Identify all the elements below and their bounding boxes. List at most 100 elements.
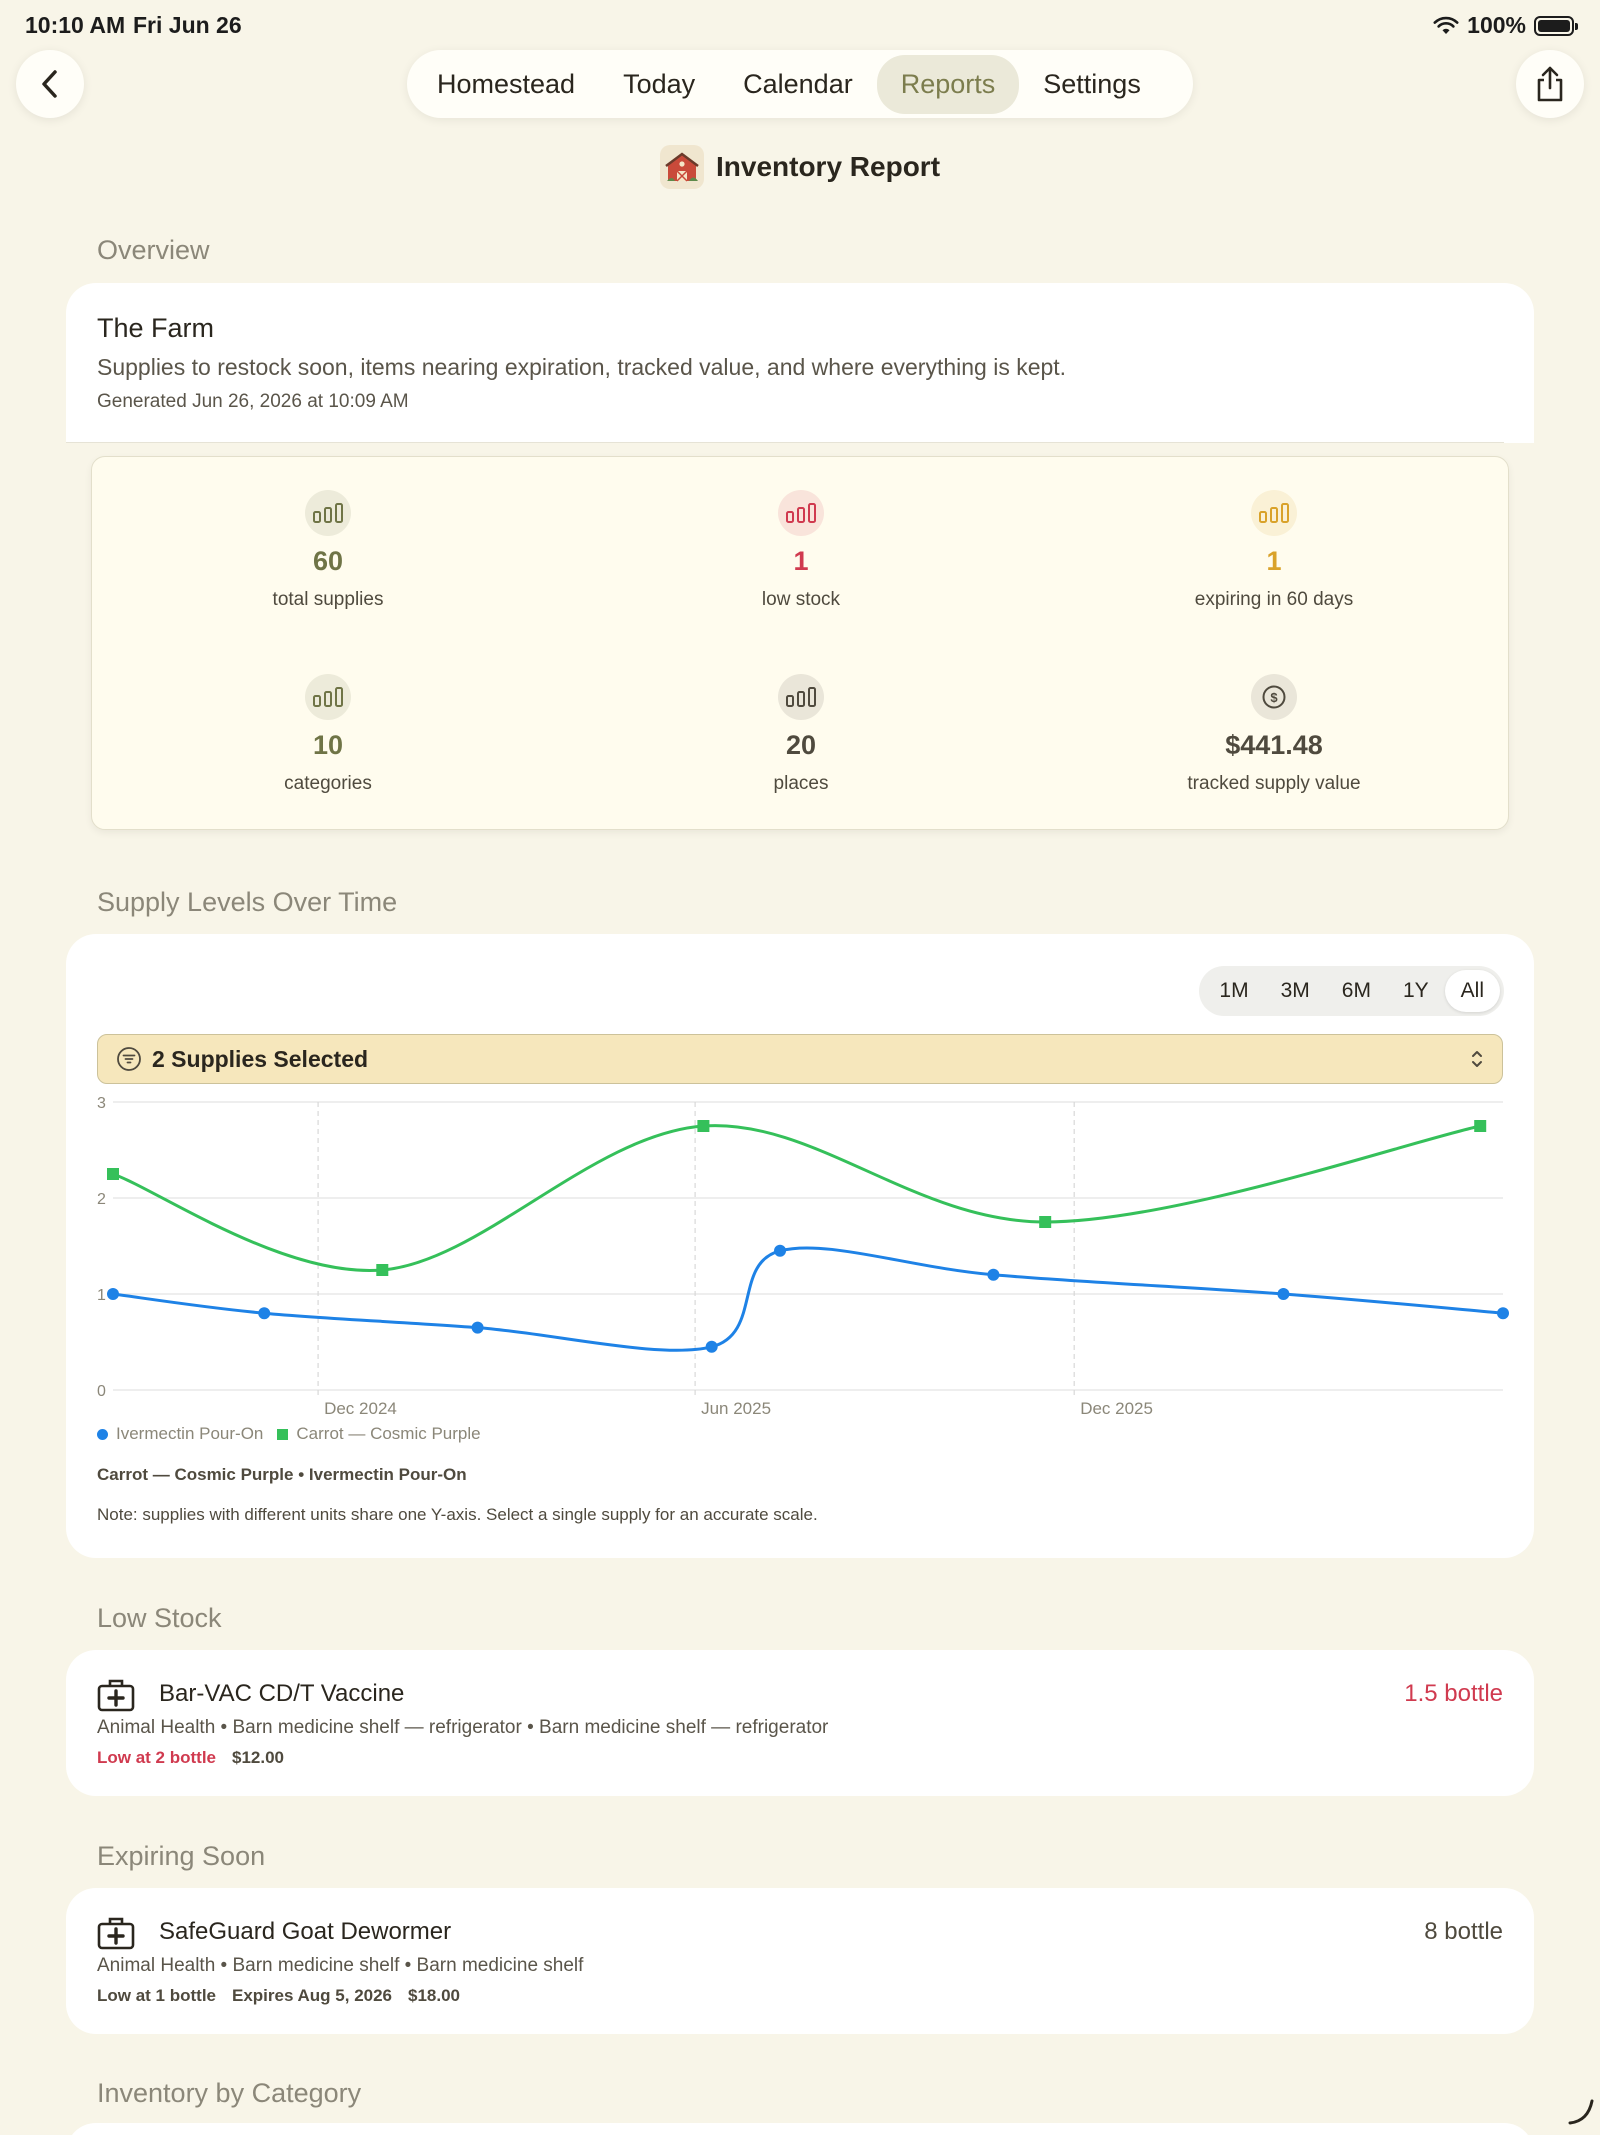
- legend-item-carrot: Carrot — Cosmic Purple: [277, 1424, 481, 1444]
- y-tick-label: 2: [97, 1191, 106, 1208]
- status-date: Fri Jun 26: [133, 12, 242, 38]
- stat-label: low stock: [761, 589, 841, 610]
- item-name: SafeGuard Goat Dewormer: [159, 1918, 452, 1945]
- legend-label: Ivermectin Pour-On: [116, 1424, 264, 1443]
- medical-kit-icon: [97, 1917, 135, 1950]
- range-6m[interactable]: 6M: [1326, 970, 1387, 1012]
- stat-label: places: [773, 773, 829, 794]
- data-point-circle: [258, 1307, 271, 1320]
- tab-today[interactable]: Today: [599, 55, 719, 114]
- status-right: 100%: [1433, 12, 1578, 39]
- generated-timestamp: Generated Jun 26, 2026 at 10:09 AM: [97, 391, 409, 412]
- stat-label: expiring in 60 days: [1194, 589, 1354, 610]
- selected-supplies-summary: Carrot — Cosmic Purple • Ivermectin Pour…: [97, 1465, 467, 1484]
- page-header: Inventory Report: [0, 145, 1600, 189]
- section-inventory-by-category: Inventory by Category: [97, 2078, 362, 2108]
- y-tick-label: 0: [97, 1383, 106, 1400]
- stat-label: tracked supply value: [1187, 773, 1361, 794]
- data-point-circle: [987, 1268, 1000, 1281]
- stat-value: 20: [785, 730, 817, 760]
- wifi-icon: [1433, 16, 1459, 34]
- bars-icon: [778, 674, 824, 720]
- item-name: Bar-VAC CD/T Vaccine: [159, 1680, 405, 1707]
- stat-label: total supplies: [272, 589, 384, 610]
- stat-value: 60: [312, 546, 344, 576]
- supply-chart-card: 1M 3M 6M 1Y All 2 Supplies Selected 0 1 2 3…: [66, 934, 1534, 1558]
- back-button[interactable]: [16, 50, 84, 118]
- range-1y[interactable]: 1Y: [1387, 970, 1445, 1012]
- item-quantity: 8 bottle: [1424, 1918, 1503, 1945]
- share-icon: [1537, 66, 1563, 102]
- overview-title: The Farm: [97, 313, 215, 343]
- legend-label: Carrot — Cosmic Purple: [296, 1424, 481, 1443]
- stat-label: categories: [284, 773, 372, 794]
- battery-percent: 100%: [1467, 12, 1526, 38]
- item-quantity: 1.5 bottle: [1404, 1680, 1503, 1707]
- supply-selector-label: 2 Supplies Selected: [152, 1045, 369, 1072]
- supply-line-chart: 0 1 2 3 Dec 2024 Jun 2025 Dec 2025: [97, 1095, 1509, 1414]
- x-tick-label: Jun 2025: [701, 1399, 771, 1414]
- x-tick-label: Dec 2024: [324, 1399, 397, 1414]
- status-time: 10:10 AM: [25, 12, 126, 38]
- section-overview: Overview: [97, 235, 210, 265]
- tab-calendar[interactable]: Calendar: [719, 55, 877, 114]
- medical-kit-icon: [97, 1679, 135, 1712]
- data-point-circle: [471, 1321, 484, 1334]
- bars-icon: [1251, 490, 1297, 536]
- bars-icon: [305, 490, 351, 536]
- section-low-stock: Low Stock: [97, 1603, 222, 1633]
- y-tick-label: 1: [97, 1287, 106, 1304]
- low-stock-item[interactable]: Bar-VAC CD/T Vaccine 1.5 bottle Animal H…: [66, 1650, 1534, 1796]
- data-point-square: [697, 1120, 710, 1132]
- stat-value: 10: [312, 730, 344, 760]
- tab-settings[interactable]: Settings: [1019, 55, 1165, 114]
- stat-expiring: 1 expiring in 60 days: [1074, 490, 1474, 611]
- x-tick-label: Dec 2025: [1080, 1399, 1153, 1414]
- stat-low-stock: 1 low stock: [601, 490, 1001, 611]
- share-button[interactable]: [1516, 50, 1584, 118]
- low-threshold: Low at 1 bottle: [97, 1986, 216, 2005]
- item-meta: Low at 1 bottle Expires Aug 5, 2026 $18.…: [97, 1986, 460, 2006]
- stat-value: $441.48: [1225, 730, 1323, 760]
- item-price: $18.00: [408, 1986, 461, 2005]
- scroll-indicator-icon: [1568, 2099, 1594, 2125]
- overview-card: The Farm Supplies to restock soon, items…: [66, 283, 1534, 443]
- overview-description: Supplies to restock soon, items nearing …: [97, 354, 1067, 380]
- data-point-circle: [705, 1340, 718, 1353]
- expiring-item[interactable]: SafeGuard Goat Dewormer 8 bottle Animal …: [66, 1888, 1534, 2034]
- stat-places: 20 places: [601, 674, 1001, 795]
- data-point-square: [107, 1168, 119, 1180]
- page-title: Inventory Report: [715, 151, 941, 182]
- chevron-updown-icon: [1472, 1051, 1482, 1067]
- section-supply-levels: Supply Levels Over Time: [97, 887, 398, 917]
- section-expiring-soon: Expiring Soon: [97, 1841, 266, 1871]
- range-3m[interactable]: 3M: [1265, 970, 1326, 1012]
- item-meta: Low at 2 bottle $12.00: [97, 1748, 284, 1768]
- item-price: $12.00: [232, 1748, 284, 1767]
- category-card: [66, 2123, 1534, 2135]
- legend-item-ivermectin: Ivermectin Pour-On: [97, 1424, 263, 1444]
- data-point-circle: [107, 1288, 119, 1300]
- data-point-square: [376, 1264, 389, 1276]
- range-all[interactable]: All: [1444, 970, 1500, 1012]
- overview-divider: [66, 442, 1504, 443]
- range-1m[interactable]: 1M: [1203, 970, 1264, 1012]
- legend-square-marker: [277, 1428, 289, 1440]
- legend-circle-marker: [97, 1428, 108, 1440]
- bars-icon: [305, 674, 351, 720]
- tab-homestead[interactable]: Homestead: [413, 55, 599, 114]
- chevron-left-icon: [42, 70, 57, 98]
- stat-value: 1: [1266, 546, 1282, 576]
- expiry-date: Expires Aug 5, 2026: [232, 1986, 393, 2005]
- stats-panel: 60 total supplies 1 low stock 1 expiring…: [91, 456, 1509, 830]
- data-point-circle: [774, 1244, 787, 1257]
- supply-selector[interactable]: 2 Supplies Selected: [97, 1034, 1503, 1084]
- barn-app-icon: [659, 145, 704, 189]
- stat-categories: 10 categories: [128, 674, 528, 795]
- data-point-square: [1039, 1216, 1052, 1228]
- battery-icon: [1534, 15, 1578, 36]
- stat-tracked-value: $ $441.48 tracked supply value: [1074, 674, 1474, 795]
- tab-reports[interactable]: Reports: [876, 54, 1020, 114]
- y-tick-label: 3: [97, 1095, 106, 1112]
- stat-value: 1: [793, 546, 809, 576]
